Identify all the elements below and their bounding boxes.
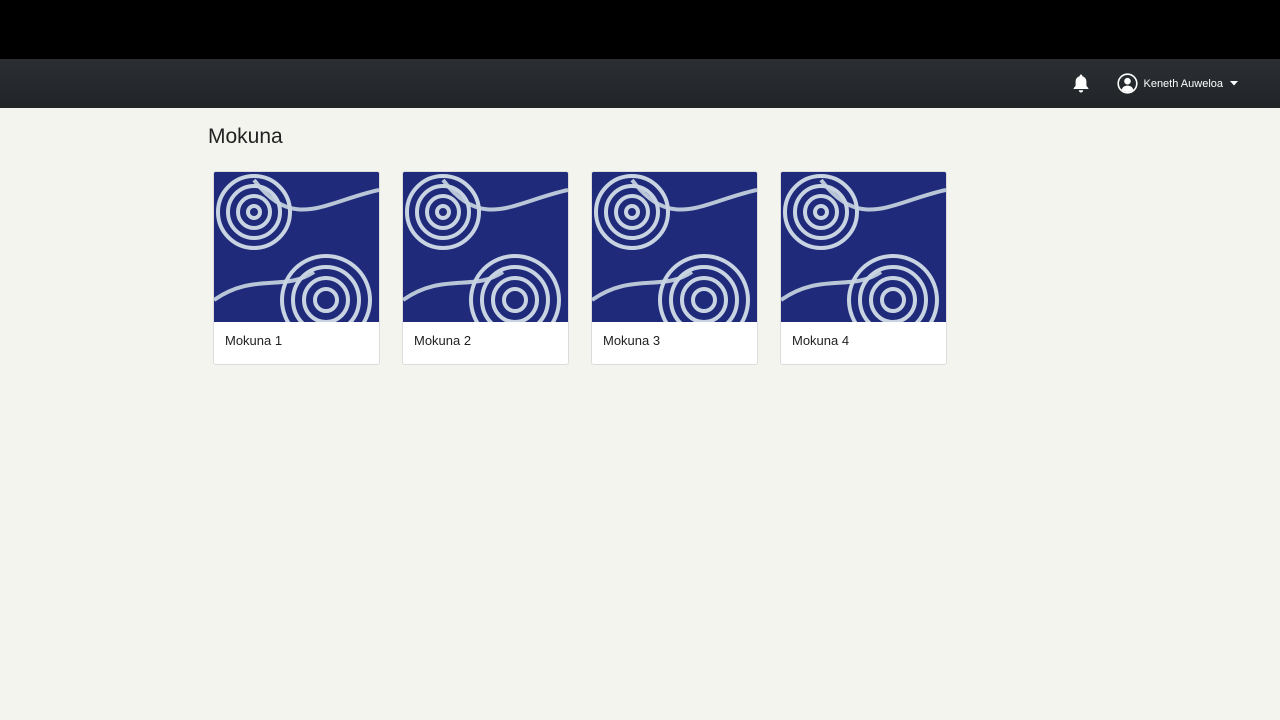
user-name: Keneth Auweloa <box>1143 77 1223 90</box>
page-title: Mokuna <box>208 125 283 148</box>
spiral-thumbnail <box>403 172 568 322</box>
mokuna-card-3[interactable]: Mokuna 3 <box>591 171 758 365</box>
user-circle-icon <box>1117 73 1139 94</box>
mokuna-card-2[interactable]: Mokuna 2 <box>402 171 569 365</box>
user-menu[interactable]: Keneth Auweloa <box>1117 73 1238 94</box>
mokuna-card-list: Mokuna 1 Mokuna 2 Mokuna 3 Mokuna 4 <box>213 171 947 365</box>
card-label: Mokuna 1 <box>225 333 283 348</box>
top-black-band <box>0 0 1280 59</box>
spiral-thumbnail <box>592 172 757 322</box>
mokuna-card-1[interactable]: Mokuna 1 <box>213 171 380 365</box>
card-label: Mokuna 2 <box>414 333 472 348</box>
card-label: Mokuna 3 <box>603 333 661 348</box>
top-navbar: Keneth Auweloa <box>0 59 1280 108</box>
notifications-button[interactable] <box>1071 73 1091 95</box>
spiral-thumbnail <box>214 172 379 322</box>
caret-down-icon <box>1230 81 1238 86</box>
spiral-thumbnail <box>781 172 946 322</box>
card-label: Mokuna 4 <box>792 333 850 348</box>
bell-icon <box>1074 74 1089 93</box>
mokuna-card-4[interactable]: Mokuna 4 <box>780 171 947 365</box>
